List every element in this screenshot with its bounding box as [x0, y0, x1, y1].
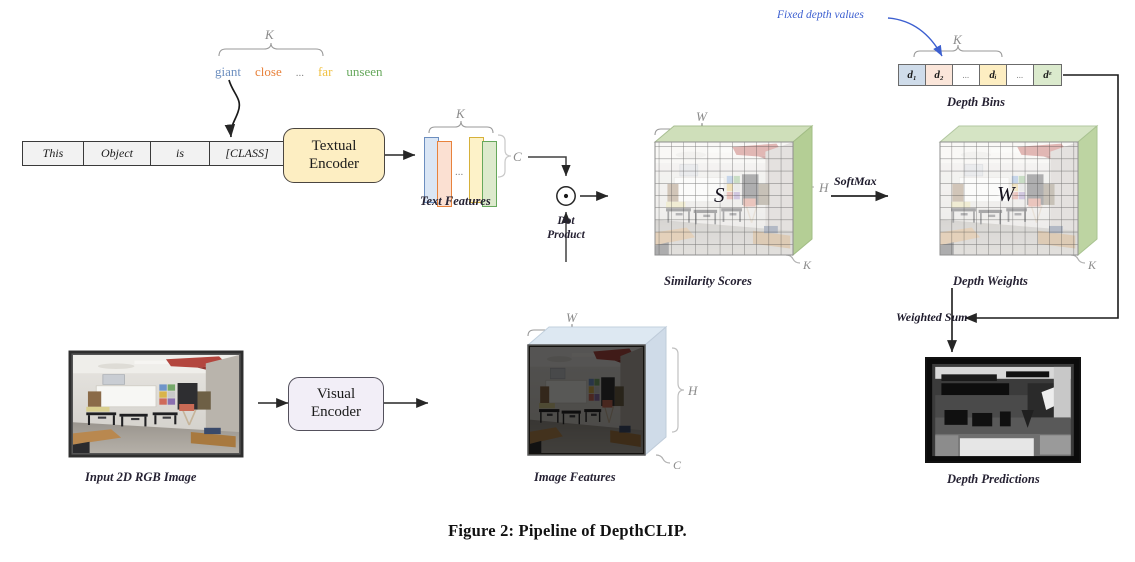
dot-product-label-line1: Dot: [557, 215, 575, 227]
prompt-token-is[interactable]: is: [151, 142, 210, 165]
input-image-label: Input 2D RGB Image: [85, 470, 197, 484]
similarity-scores-w-label: W: [696, 109, 707, 124]
depth-weights-k-label: K: [1088, 258, 1097, 272]
text-features-label: Text Features: [420, 194, 491, 208]
textual-encoder-box[interactable]: Textual Encoder: [283, 128, 385, 183]
class-word-far[interactable]: far: [318, 64, 332, 80]
class-words-bracket-label: K: [265, 27, 274, 42]
prompt-token-object[interactable]: Object: [84, 142, 151, 165]
class-word-giant[interactable]: giant: [215, 64, 241, 80]
prompt-token-this[interactable]: This: [23, 142, 84, 165]
similarity-scores-h-label: H: [819, 180, 829, 195]
similarity-scores-letter: S: [714, 183, 725, 207]
class-word-to-slot-arrow: [224, 79, 241, 138]
textual-encoder-line2: Encoder: [309, 155, 359, 172]
depth-weights-cube-art: [938, 124, 1099, 257]
class-word-ellipsis: ...: [295, 67, 304, 79]
depth-bin-1[interactable]: d₁: [899, 65, 926, 85]
weighted-sum-label: Weighted Sum: [896, 310, 968, 324]
depth-bins-label: Depth Bins: [947, 95, 1006, 109]
image-features-c-label: C: [673, 458, 682, 472]
image-features-h-label: H: [688, 383, 698, 398]
visual-encoder-box[interactable]: Visual Encoder: [288, 377, 384, 431]
depth-bin-k[interactable]: dᵋ: [1034, 65, 1061, 85]
depth-bin-2[interactable]: d₂: [926, 65, 953, 85]
fixed-depth-values-label: Fixed depth values: [777, 9, 864, 21]
softmax-label: SoftMax: [834, 174, 877, 188]
depth-weights-label: Depth Weights: [953, 274, 1028, 288]
class-word-close[interactable]: close: [255, 64, 282, 80]
text-features-k-label: K: [456, 106, 465, 121]
figure-pipeline-depthclip: K giant close ... far unseen This Object…: [0, 0, 1135, 562]
text-features-ellipsis: ...: [455, 166, 464, 178]
similarity-scores-k-label: K: [803, 258, 812, 272]
image-features-label: Image Features: [534, 470, 616, 484]
prompt-template: This Object is [CLASS]: [22, 141, 285, 166]
image-features-cube-art: [526, 325, 668, 457]
visual-encoder-line1: Visual: [316, 386, 356, 403]
image-features-w-label: W: [566, 310, 577, 325]
depth-weights-letter: W: [997, 182, 1015, 206]
input-rgb-image-art: [68, 350, 244, 458]
depth-bin-ellipsis-1: ...: [953, 65, 980, 85]
depth-bin-ellipsis-2: ...: [1007, 65, 1034, 85]
depth-prediction-image-art: [925, 357, 1081, 463]
text-features-c-label: C: [513, 149, 522, 164]
class-word-unseen[interactable]: unseen: [346, 64, 382, 80]
class-words-row: giant close ... far unseen: [215, 64, 383, 80]
similarity-scores-cube-art: [653, 124, 814, 257]
depth-bins-k-label: K: [953, 32, 962, 47]
dot-product-label: Dot Product: [529, 214, 603, 243]
dot-product-label-line2: Product: [547, 229, 585, 242]
depth-bins-row: d₁ d₂ ... dᵢ ... dᵋ: [898, 64, 1062, 86]
visual-encoder-line2: Encoder: [311, 404, 361, 420]
textual-encoder-line1: Textual: [311, 137, 357, 154]
figure-caption: Figure 2: Pipeline of DepthCLIP.: [448, 521, 687, 540]
fixed-depth-arrow: [887, 17, 943, 57]
depth-predictions-label: Depth Predictions: [947, 472, 1040, 486]
similarity-scores-label: Similarity Scores: [664, 274, 752, 288]
depth-bin-i[interactable]: dᵢ: [980, 65, 1007, 85]
prompt-token-class[interactable]: [CLASS]: [210, 142, 284, 165]
